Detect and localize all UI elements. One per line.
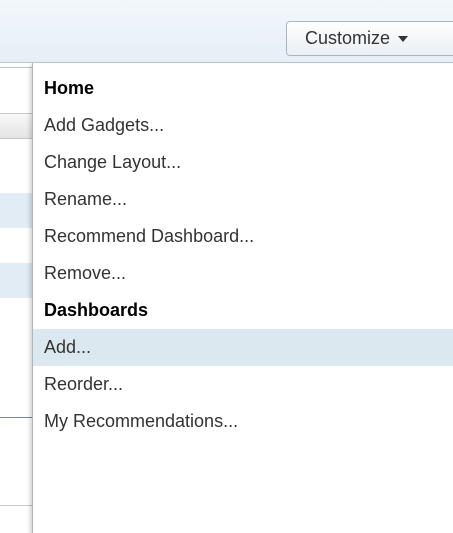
- menu-item-add-dashboard[interactable]: Add...: [33, 329, 453, 366]
- menu-item-add-gadgets[interactable]: Add Gadgets...: [33, 107, 453, 144]
- menu-heading-home: Home: [44, 78, 95, 98]
- customize-button[interactable]: Customize: [286, 21, 453, 56]
- menu-item-remove[interactable]: Remove...: [33, 255, 453, 292]
- menu-heading-dashboards: Dashboards: [44, 300, 149, 320]
- menu-item-recommend-dashboard[interactable]: Recommend Dashboard...: [33, 218, 453, 255]
- menu-item-rename[interactable]: Rename...: [33, 181, 453, 218]
- customize-button-label: Customize: [305, 28, 391, 48]
- customize-dropdown-menu: Home Add Gadgets... Change Layout... Ren…: [32, 63, 453, 533]
- menu-item-reorder[interactable]: Reorder...: [33, 366, 453, 403]
- dashboard-header-bar: Customize: [0, 0, 453, 63]
- menu-item-change-layout[interactable]: Change Layout...: [33, 144, 453, 181]
- menu-item-my-recommendations[interactable]: My Recommendations...: [33, 403, 453, 440]
- chevron-down-icon: [398, 35, 409, 42]
